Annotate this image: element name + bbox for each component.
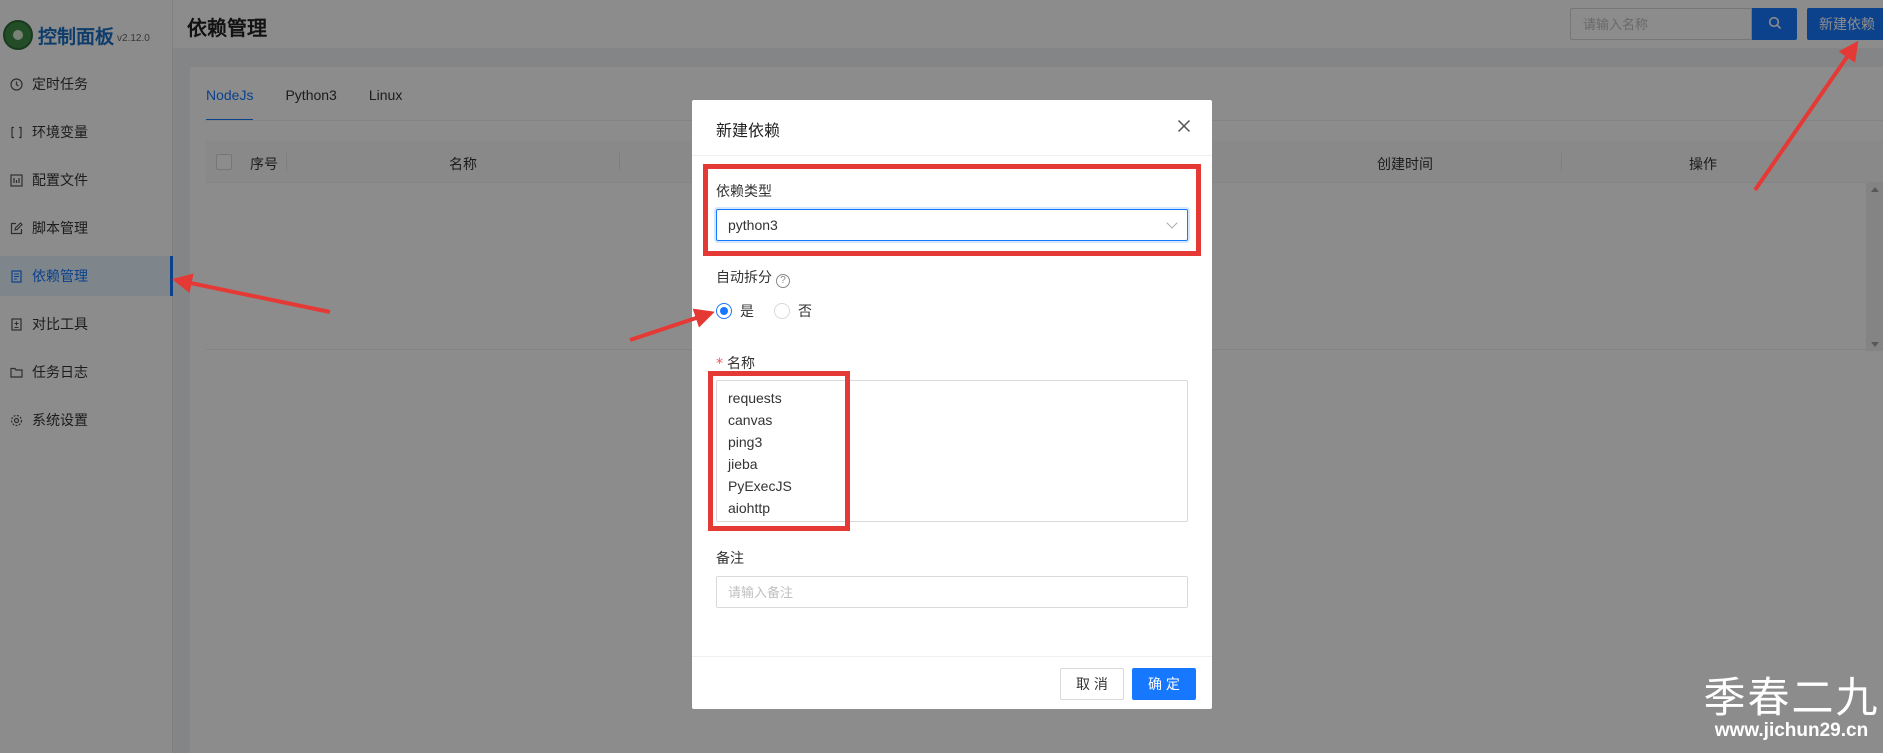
annotation-arrows (172, 40, 1859, 342)
arrow-to-radio (629, 308, 715, 342)
watermark-url: www.jichun29.cn (1714, 720, 1869, 741)
app-window: 控制面板 v2.12.0 定时任务 环境变量 配置文件 脚本管理 依赖管理 对比… (0, 0, 1883, 753)
arrow-to-sidebar (172, 273, 331, 314)
watermark: 季春二九 www.jichun29.cn (1700, 676, 1883, 742)
watermark-text: 季春二九 (1703, 673, 1880, 722)
arrow-to-new-button (1753, 40, 1859, 192)
